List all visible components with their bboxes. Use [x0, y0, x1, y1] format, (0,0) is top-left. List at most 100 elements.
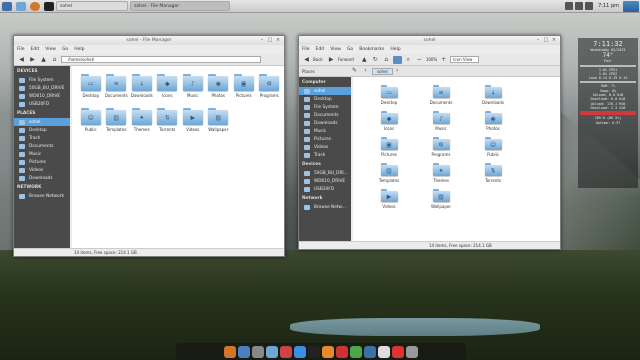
- sidebar-item-sohel[interactable]: sohel: [299, 87, 351, 95]
- titlebar[interactable]: sohel - File Manager – □ ×: [14, 36, 284, 45]
- menu-help[interactable]: Help: [74, 47, 84, 52]
- volume-icon[interactable]: [575, 2, 584, 10]
- menu-bookmarks[interactable]: Bookmarks: [359, 47, 384, 52]
- browser-launcher-icon[interactable]: [30, 1, 40, 11]
- sidebar-item-file-system[interactable]: File System: [299, 103, 351, 111]
- media-icon[interactable]: [336, 345, 348, 358]
- folder-item-desktop[interactable]: ▭ Desktop: [363, 85, 415, 111]
- folder-item-documents[interactable]: ≡ Documents: [415, 85, 467, 111]
- sidebar-item-pictures[interactable]: Pictures: [299, 135, 351, 143]
- back-icon[interactable]: ◀: [17, 56, 26, 64]
- sidebar-item-wd610-drive[interactable]: WD610_DRIVE: [299, 177, 351, 185]
- weather-icon[interactable]: [623, 0, 639, 12]
- folder-item-programs[interactable]: ⚙ Programs: [415, 137, 467, 163]
- up-icon[interactable]: ▲: [360, 56, 369, 64]
- mail-icon[interactable]: [392, 345, 404, 358]
- folder-item-templates[interactable]: ▤ Templates: [363, 163, 415, 189]
- menu-file[interactable]: File: [17, 47, 25, 52]
- music-icon[interactable]: [322, 345, 334, 358]
- sidebar-item-desktop[interactable]: Desktop: [299, 95, 351, 103]
- trash-icon[interactable]: [406, 345, 418, 358]
- battery-icon[interactable]: [585, 2, 594, 10]
- folder-item-icons[interactable]: ◆ Icons: [363, 111, 415, 137]
- folder-item-torrents[interactable]: ⇅ Torrents: [155, 108, 181, 142]
- tools-icon[interactable]: [280, 345, 292, 358]
- sidebar-item-trash[interactable]: Trash: [299, 151, 351, 159]
- computer-icon[interactable]: [392, 55, 402, 64]
- close-icon[interactable]: ×: [275, 37, 281, 43]
- search-icon[interactable]: ⌕: [404, 56, 413, 64]
- menu-go[interactable]: Go: [62, 47, 68, 52]
- forward-button-label[interactable]: Forward: [338, 57, 354, 62]
- files-icon[interactable]: [266, 345, 278, 358]
- folder-item-torrents[interactable]: ⇅ Torrents: [467, 163, 519, 189]
- menu-launcher-icon[interactable]: [2, 1, 12, 11]
- task-button-file-manager[interactable]: sohel - File Manager: [130, 1, 230, 11]
- home-icon[interactable]: [224, 345, 236, 358]
- zoom-in-icon[interactable]: +: [439, 56, 448, 64]
- sidebar-item-wd610-drive[interactable]: WD610_DRIVE: [14, 92, 70, 100]
- image-icon[interactable]: [350, 345, 362, 358]
- up-icon[interactable]: ▲: [39, 56, 48, 64]
- folder-item-videos[interactable]: ▶ Videos: [363, 189, 415, 215]
- back-button-label[interactable]: Back: [313, 57, 323, 62]
- menu-help[interactable]: Help: [390, 47, 400, 52]
- sidebar-item-music[interactable]: Music: [299, 127, 351, 135]
- path-left-icon[interactable]: ‹: [361, 67, 370, 75]
- folder-item-photos[interactable]: ◉ Photos: [467, 111, 519, 137]
- view-mode-select[interactable]: Icon View: [450, 56, 480, 63]
- sidebar-item-browse-network[interactable]: Browse Network: [14, 192, 70, 200]
- menu-view[interactable]: View: [45, 47, 56, 52]
- folder-item-public[interactable]: ☺ Public: [467, 137, 519, 163]
- folder-item-photos[interactable]: ◉ Photos: [206, 74, 232, 108]
- terminal-icon[interactable]: [308, 345, 320, 358]
- folder-item-templates[interactable]: ▤ Templates: [104, 108, 130, 142]
- sidebar-item-documents[interactable]: Documents: [299, 111, 351, 119]
- path-right-icon[interactable]: ›: [393, 67, 402, 75]
- sidebar-item-sohel[interactable]: sohel: [14, 118, 70, 126]
- download-icon[interactable]: [364, 345, 376, 358]
- sidebar-item-videos[interactable]: Videos: [14, 166, 70, 174]
- titlebar[interactable]: sohel – □ ×: [299, 36, 560, 45]
- zoom-out-icon[interactable]: −: [415, 56, 424, 64]
- minimize-icon[interactable]: –: [259, 37, 265, 43]
- folder-item-music[interactable]: ♪ Music: [180, 74, 206, 108]
- folder-item-pictures[interactable]: ▣ Pictures: [231, 74, 257, 108]
- folder-item-wallpaper[interactable]: ▨ Wallpaper: [206, 108, 232, 142]
- folder-item-music[interactable]: ♪ Music: [415, 111, 467, 137]
- home-icon[interactable]: ⌂: [50, 56, 59, 64]
- minimize-icon[interactable]: –: [535, 37, 541, 43]
- network-icon[interactable]: [565, 2, 574, 10]
- panel-clock[interactable]: 7:11 pm: [598, 3, 619, 9]
- sidebar-item-desktop[interactable]: Desktop: [14, 126, 70, 134]
- menu-file[interactable]: File: [302, 47, 310, 52]
- menu-edit[interactable]: Edit: [316, 47, 325, 52]
- maximize-icon[interactable]: □: [267, 37, 273, 43]
- sidebar-item-trash[interactable]: Trash: [14, 134, 70, 142]
- folder-item-downloads[interactable]: ↓ Downloads: [467, 85, 519, 111]
- folder-item-icons[interactable]: ◆ Icons: [155, 74, 181, 108]
- sidebar-item-downloads[interactable]: Downloads: [14, 174, 70, 182]
- places-dropdown[interactable]: Places: [302, 69, 350, 74]
- sidebar-item-downloads[interactable]: Downloads: [299, 119, 351, 127]
- location-bar[interactable]: /home/sohel/: [61, 56, 261, 63]
- forward-icon[interactable]: ▶: [28, 56, 37, 64]
- maximize-icon[interactable]: □: [543, 37, 549, 43]
- back-icon[interactable]: ◀: [302, 56, 311, 64]
- folder-item-themes[interactable]: ✦ Themes: [129, 108, 155, 142]
- folder-item-downloads[interactable]: ↓ Downloads: [129, 74, 155, 108]
- sidebar-item-pictures[interactable]: Pictures: [14, 158, 70, 166]
- chrome-icon[interactable]: [294, 345, 306, 358]
- folder-item-documents[interactable]: ≡ Documents: [104, 74, 130, 108]
- menu-go[interactable]: Go: [347, 47, 353, 52]
- task-button-sohel[interactable]: sohel: [56, 1, 128, 11]
- folder-item-public[interactable]: ☺ Public: [78, 108, 104, 142]
- folder-item-wallpaper[interactable]: ▨ Wallpaper: [415, 189, 467, 215]
- calendar-icon[interactable]: [378, 345, 390, 358]
- folder-item-desktop[interactable]: ▭ Desktop: [78, 74, 104, 108]
- menu-edit[interactable]: Edit: [31, 47, 40, 52]
- folder-item-themes[interactable]: ✦ Themes: [415, 163, 467, 189]
- folder-item-programs[interactable]: ⚙ Programs: [257, 74, 283, 108]
- path-button-sohel[interactable]: sohel: [372, 67, 393, 75]
- home-icon[interactable]: ⌂: [382, 56, 391, 64]
